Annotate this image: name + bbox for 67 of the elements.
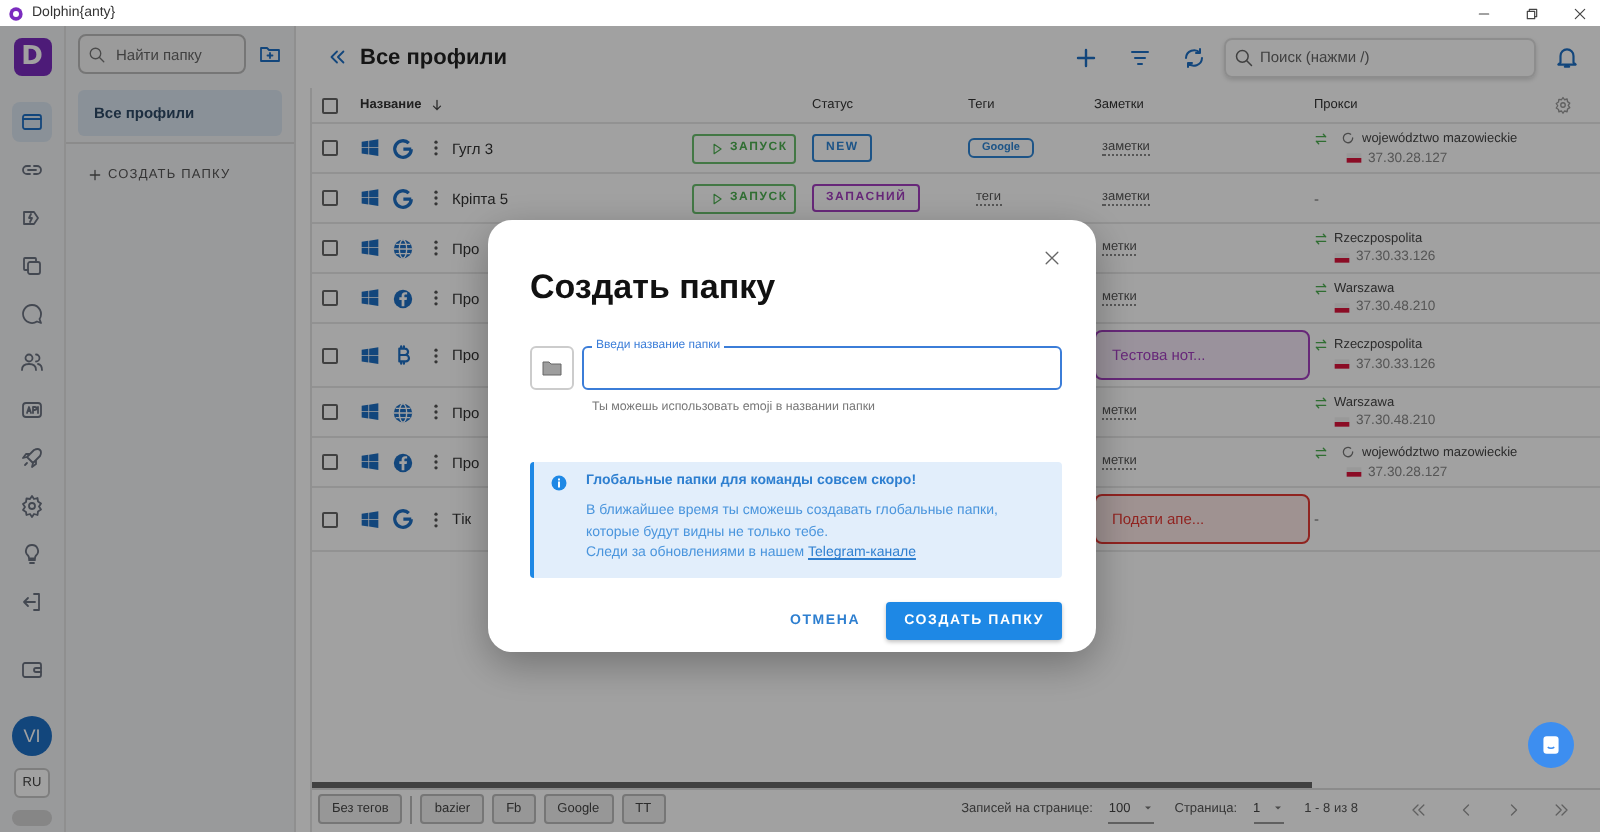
facebook-icon	[392, 451, 414, 473]
checkbox[interactable]	[322, 240, 338, 256]
folder-icon	[540, 356, 564, 380]
windows-icon	[360, 188, 380, 208]
facebook-icon	[392, 287, 414, 309]
sort-arrow-icon[interactable]	[429, 98, 444, 112]
app-icon	[8, 5, 24, 21]
search-icon	[1234, 47, 1254, 67]
flag-icon	[1346, 464, 1362, 480]
last-page-icon[interactable]	[1552, 799, 1572, 819]
swap-icon	[1314, 231, 1328, 245]
swap-icon	[1314, 338, 1328, 352]
g-logo-icon	[392, 187, 414, 209]
app-logo: D	[13, 38, 51, 76]
plus-icon	[88, 168, 102, 182]
checkbox[interactable]	[322, 511, 338, 527]
first-page-icon[interactable]	[1408, 799, 1428, 819]
windows-icon	[360, 138, 380, 158]
g-logo-icon	[392, 137, 414, 159]
user-avatar[interactable]: VI	[12, 716, 52, 756]
windows-icon	[360, 345, 380, 365]
checkbox[interactable]	[322, 347, 338, 363]
add-icon[interactable]	[1074, 45, 1098, 69]
flag-icon	[1334, 299, 1350, 315]
bitcoin-icon	[392, 344, 414, 366]
windows-icon	[360, 238, 380, 258]
flag-icon	[1346, 150, 1362, 166]
flag-icon	[1334, 249, 1350, 265]
swap-icon	[1314, 281, 1328, 295]
search-icon	[88, 45, 106, 63]
info-icon	[550, 474, 568, 492]
flag-icon	[1334, 356, 1350, 372]
browser-icon[interactable]	[12, 102, 52, 142]
checkbox[interactable]	[322, 454, 338, 470]
windows-icon	[360, 402, 380, 422]
close-icon[interactable]	[1042, 248, 1062, 268]
g-logo-icon	[392, 508, 414, 530]
flag-icon	[1334, 413, 1350, 429]
dialog-title: Создать папку	[530, 268, 776, 308]
add-folder-icon[interactable]	[258, 42, 282, 66]
settings-icon[interactable]	[1554, 96, 1572, 114]
globe-icon	[392, 401, 414, 423]
bell-icon[interactable]	[1554, 44, 1580, 70]
page-title: Все профили	[360, 45, 509, 69]
swap-icon	[1314, 395, 1328, 409]
play-icon	[710, 141, 724, 155]
windows-icon	[360, 452, 380, 472]
play-icon	[710, 191, 724, 205]
checkbox[interactable]	[322, 404, 338, 420]
checkbox[interactable]	[322, 290, 338, 306]
collapse-icon[interactable]	[326, 46, 348, 68]
windows-icon	[360, 288, 380, 308]
restore-icon[interactable]	[1524, 5, 1540, 21]
checkbox[interactable]	[322, 97, 338, 113]
swap-icon	[1314, 131, 1328, 145]
emoji-button[interactable]	[530, 346, 574, 390]
refresh-icon[interactable]	[1182, 45, 1206, 69]
caret-icon	[1272, 802, 1285, 814]
checkbox[interactable]	[322, 190, 338, 206]
swap-icon	[1314, 445, 1328, 459]
chat-icon	[1538, 732, 1564, 758]
checkbox[interactable]	[322, 140, 338, 156]
filter-icon[interactable]	[1128, 45, 1152, 69]
globe-icon	[392, 237, 414, 259]
caret-icon	[1142, 802, 1155, 814]
windows-icon	[360, 509, 380, 529]
close-icon[interactable]	[1572, 5, 1588, 21]
